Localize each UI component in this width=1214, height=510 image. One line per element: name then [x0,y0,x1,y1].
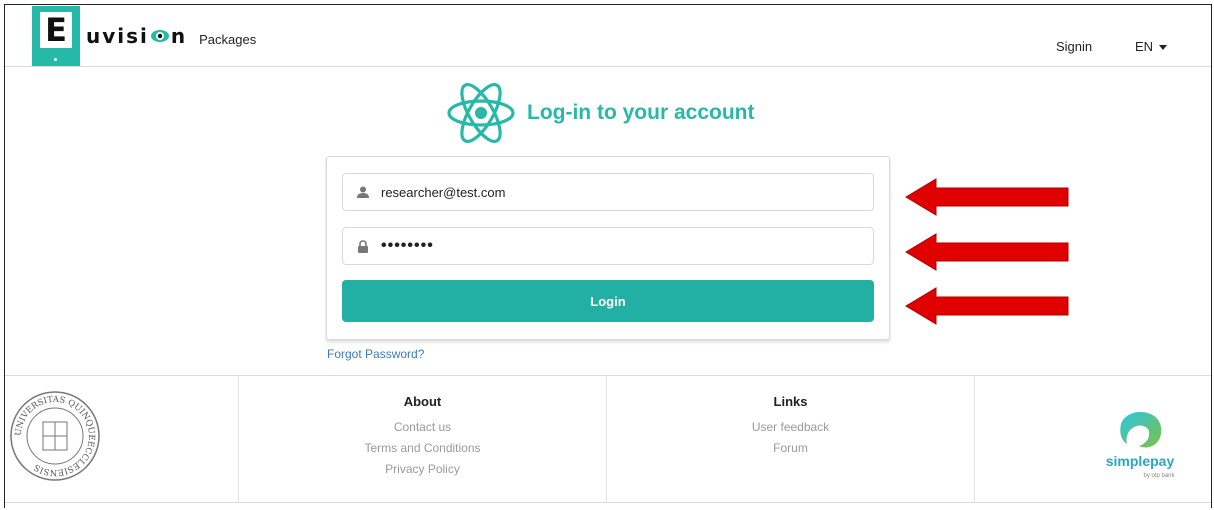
red-arrow-icon [905,233,1069,271]
top-navbar: E uvisi n Packages Signin EN [5,5,1211,67]
login-heading: Log-in to your account [445,83,754,143]
footer: UNIVERSITAS QUINQUEECCLESIENSIS About Co… [5,375,1211,509]
contact-us-link[interactable]: Contact us [239,417,606,438]
logo-tablet-icon: E [32,6,80,66]
terms-link[interactable]: Terms and Conditions [239,438,606,459]
language-value: EN [1135,39,1154,54]
footer-links: Links User feedback Forum [607,376,975,502]
user-icon [355,184,371,200]
euvision-logo[interactable]: E uvisi n Packages [32,5,256,67]
eye-icon [150,30,169,42]
footer-payment: simplepay by otp bank [975,376,1211,502]
payment-logo-text: simplepay [1106,453,1175,469]
user-feedback-link[interactable]: User feedback [607,417,974,438]
app-window: E uvisi n Packages Signin EN Log-in to y… [4,4,1212,508]
simplepay-logo[interactable]: simplepay by otp bank [1095,406,1185,486]
password-value: •••••••• [381,237,434,254]
login-form: researcher@test.com •••••••• Login [326,156,890,340]
logo-letter: E [40,11,72,49]
login-title: Log-in to your account [527,101,755,124]
privacy-policy-link[interactable]: Privacy Policy [239,459,606,480]
chevron-down-icon [1159,45,1168,51]
red-arrow-icon [905,287,1069,325]
forum-link[interactable]: Forum [607,438,974,459]
payment-logo-sub: by otp bank [1143,473,1175,479]
footer-university: UNIVERSITAS QUINQUEECCLESIENSIS [5,376,239,502]
footer-about: About Contact us Terms and Conditions Pr… [239,376,607,502]
forgot-password-link[interactable]: Forgot Password? [327,347,424,361]
university-seal-logo: UNIVERSITAS QUINQUEECCLESIENSIS [10,391,100,481]
email-value: researcher@test.com [381,184,506,200]
react-icon [447,83,515,143]
red-arrow-icon [905,178,1069,216]
password-field[interactable]: •••••••• [342,227,874,265]
logo-text: uvisi n [86,24,188,48]
email-field[interactable]: researcher@test.com [342,173,874,211]
links-heading: Links [773,394,808,409]
language-select[interactable]: EN [1135,39,1168,54]
login-button[interactable]: Login [342,280,874,322]
lock-icon [355,238,371,254]
about-heading: About [403,394,442,409]
signin-link[interactable]: Signin [1056,39,1092,54]
packages-link[interactable]: Packages [199,32,256,47]
